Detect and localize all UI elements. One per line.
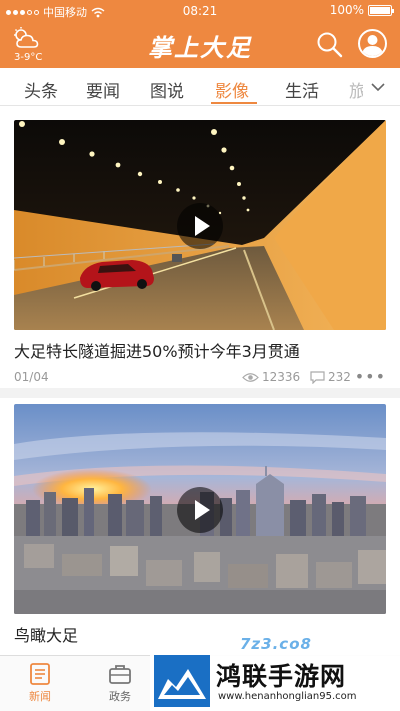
eye-icon bbox=[242, 372, 259, 382]
tab-travel[interactable]: 旅 bbox=[349, 77, 363, 102]
tab-photo-story[interactable]: 图说 bbox=[150, 77, 184, 102]
views-value: 12336 bbox=[262, 370, 301, 384]
nav-government[interactable]: 政务 bbox=[90, 660, 150, 710]
comments-count[interactable]: 232 bbox=[310, 370, 351, 384]
search-button[interactable] bbox=[315, 30, 345, 60]
feed-item-title[interactable]: 鸟瞰大足 bbox=[14, 622, 78, 646]
status-right: 100% bbox=[329, 3, 394, 17]
more-options-icon[interactable]: ••• bbox=[355, 367, 386, 386]
chevron-down-icon[interactable] bbox=[370, 79, 386, 95]
video-thumbnail[interactable] bbox=[14, 404, 386, 614]
battery-percent: 100% bbox=[329, 3, 364, 17]
site-watermark: 7z3.co8 鸿联手游网 www.henanhonglian95.com bbox=[150, 635, 400, 711]
watermark-title: 鸿联手游网 bbox=[216, 662, 347, 691]
feed-separator bbox=[0, 388, 400, 398]
nav-news-label: 新闻 bbox=[29, 690, 51, 703]
comments-value: 232 bbox=[328, 370, 351, 384]
category-tabs: 头条 要闻 图说 影像 生活 旅 bbox=[0, 68, 400, 106]
user-button[interactable] bbox=[358, 29, 387, 58]
news-icon bbox=[30, 663, 50, 685]
feed-item-title[interactable]: 大足特长隧道掘进50%预计今年3月贯通 bbox=[14, 338, 300, 362]
nav-government-label: 政务 bbox=[109, 690, 131, 703]
status-bar: 中国移动 08:21 100% bbox=[0, 0, 400, 22]
tab-news[interactable]: 要闻 bbox=[86, 77, 120, 102]
play-button[interactable] bbox=[177, 487, 223, 533]
tab-life[interactable]: 生活 bbox=[285, 77, 319, 102]
play-button[interactable] bbox=[177, 203, 223, 249]
watermark-url: www.henanhonglian95.com bbox=[218, 691, 357, 702]
feed-item[interactable]: 大足特长隧道掘进50%预计今年3月贯通 01/04 12336 232 ••• bbox=[0, 106, 400, 388]
views-count: 12336 bbox=[242, 370, 300, 384]
header-bar: 中国移动 08:21 100% 3-9°C 掌上大足 bbox=[0, 0, 400, 68]
briefcase-icon bbox=[109, 665, 131, 684]
feed-item-meta: 01/04 12336 232 ••• bbox=[14, 367, 386, 388]
app-screen: 中国移动 08:21 100% 3-9°C 掌上大足 头条 要闻 图说 影像 生… bbox=[0, 0, 400, 711]
nav-news[interactable]: 新闻 bbox=[10, 660, 70, 710]
tab-headlines[interactable]: 头条 bbox=[24, 77, 58, 102]
item-position: 01/04 bbox=[14, 370, 49, 384]
search-icon bbox=[317, 32, 343, 58]
tab-video[interactable]: 影像 bbox=[215, 77, 249, 102]
active-tab-indicator bbox=[211, 102, 257, 104]
watermark-small-text: 7z3.co8 bbox=[240, 635, 312, 653]
battery-icon bbox=[368, 4, 394, 16]
watermark-logo-icon bbox=[154, 655, 210, 707]
comment-icon bbox=[310, 370, 325, 384]
feed-item[interactable]: 鸟瞰大足 bbox=[0, 398, 400, 655]
user-icon bbox=[362, 35, 383, 56]
video-thumbnail[interactable] bbox=[14, 120, 386, 330]
